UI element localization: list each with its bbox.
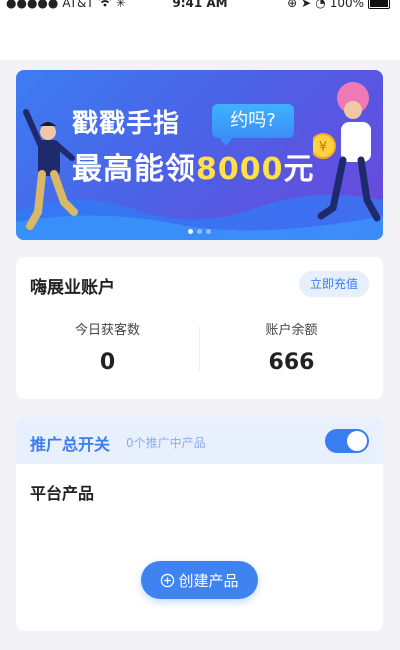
carousel-dot[interactable] [197, 229, 202, 234]
banner-headline-prefix: 最高能领 [72, 152, 196, 187]
promo-banner[interactable]: 戳戳手指 最高能领8000元 约吗? ¥ [16, 70, 383, 240]
coin-symbol: ¥ [319, 140, 327, 155]
create-product-label: 创建产品 [178, 571, 239, 590]
status-right: ⊕ ➤ ◔ 100% [287, 0, 390, 10]
recharge-button[interactable]: 立即充值 [299, 271, 369, 297]
banner-headline-2: 最高能领8000元 [72, 144, 315, 188]
promotion-card: 推广总开关 0个推广中产品 平台产品 创建产品 [16, 417, 383, 631]
promotion-count: 0个推广中产品 [126, 436, 206, 450]
create-product-button[interactable]: 创建产品 [141, 561, 258, 599]
speech-bubble: 约吗? [212, 104, 294, 146]
stat-value: 0 [99, 350, 116, 375]
promotion-master-switch-label: 推广总开关 [30, 435, 111, 454]
banner-headline-1: 戳戳手指 [72, 109, 181, 139]
stat-label: 今日获客数 [74, 323, 140, 338]
carousel-dot-active[interactable] [188, 229, 193, 234]
carousel-indicator [16, 229, 383, 234]
status-bar: ●●●●● AT&T ✳ 9:41 AM ⊕ ➤ ◔ 100% [0, 0, 400, 12]
promotion-toggle[interactable] [325, 429, 369, 453]
battery-icon [368, 0, 390, 9]
account-title: 嗨展业账户 [30, 278, 115, 298]
banner-amount: 8000 [196, 152, 284, 187]
stat-label: 账户余额 [265, 323, 318, 338]
banner-headline-suffix: 元 [283, 152, 315, 187]
stat-today-customers: 今日获客数 0 [16, 319, 199, 375]
promotion-header: 推广总开关 0个推广中产品 [16, 417, 383, 464]
stat-value: 666 [268, 350, 315, 375]
woman-with-coin-illustration: ¥ [313, 82, 381, 222]
plus-circle-icon [161, 573, 175, 587]
platform-products-title: 平台产品 [30, 484, 95, 503]
toggle-knob [347, 431, 367, 451]
carousel-dot[interactable] [206, 229, 211, 234]
man-illustration [23, 109, 78, 230]
battery-percent: 100% [329, 0, 364, 10]
stat-account-balance: 账户余额 666 [200, 319, 383, 375]
account-card: 嗨展业账户 立即充值 今日获客数 0 账户余额 666 [16, 257, 383, 399]
location-arrow-icon: ➤ [301, 0, 312, 10]
alarm-icon: ◔ [315, 0, 326, 10]
nav-bar [0, 12, 400, 60]
lock-rotation-icon: ⊕ [287, 0, 298, 10]
